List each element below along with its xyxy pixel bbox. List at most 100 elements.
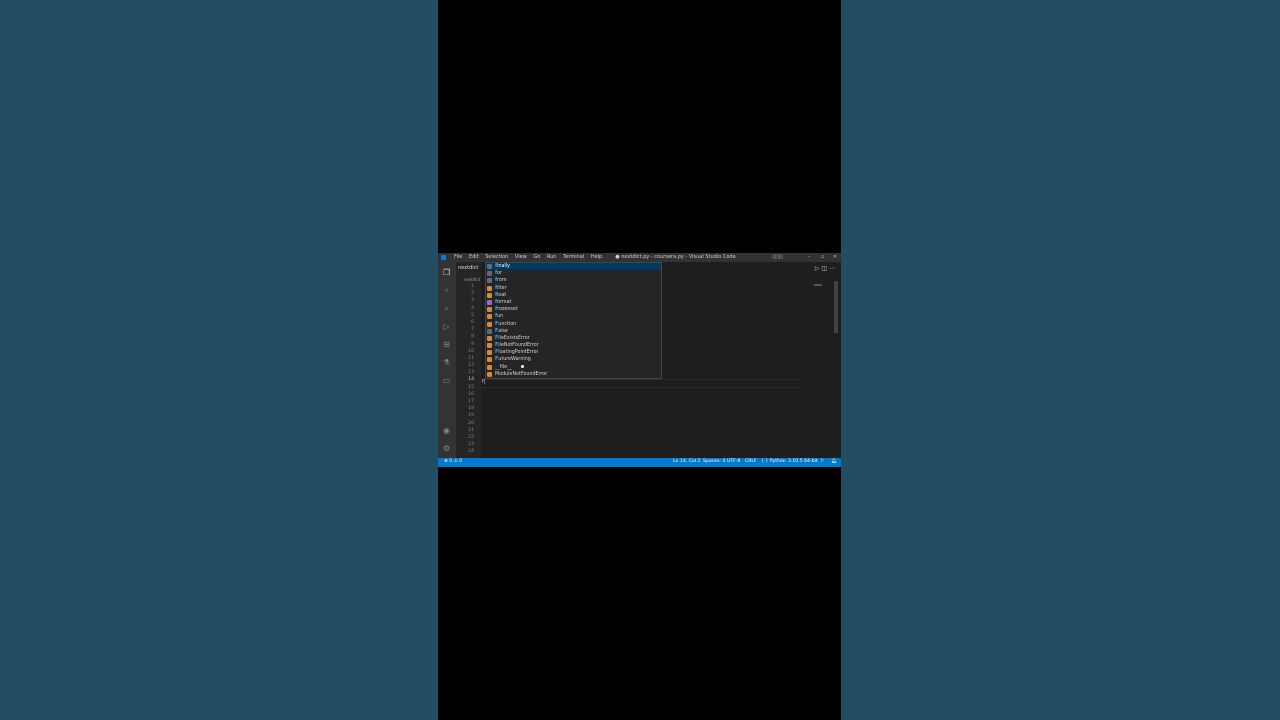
suggestion-label: loatingPointError — [498, 350, 539, 356]
minimap[interactable] — [814, 284, 822, 286]
suggestion-item[interactable]: FloatingPointError — [486, 349, 661, 356]
extensions-icon[interactable]: ⊞ — [442, 340, 451, 349]
keyword-kind-icon — [487, 264, 492, 269]
suggest-widget: finally for from filter float format frozenset… — [485, 262, 662, 379]
line-number: 8 — [471, 334, 474, 340]
settings-gear-icon[interactable]: ⚙ — [442, 444, 451, 453]
menu-selection[interactable]: Selection — [485, 254, 508, 260]
layout-toggle-icon[interactable]: ▯▯▯▯ — [772, 254, 783, 260]
typed-text[interactable]: f| — [482, 379, 485, 385]
menu-run[interactable]: Run — [547, 254, 557, 260]
minimize-icon[interactable]: – — [808, 254, 811, 260]
testing-icon[interactable]: ⚗ — [442, 358, 451, 367]
line-number: 2 — [471, 291, 474, 297]
line-number: 20 — [468, 420, 474, 426]
breadcrumb[interactable]: nextdict — [464, 277, 480, 282]
line-number: 18 — [468, 406, 474, 412]
suggestion-label: ormat — [497, 299, 512, 305]
line-number: 1 — [471, 284, 474, 289]
line-number: 12 — [468, 363, 474, 369]
suggestion-label: ileNotFoundError — [498, 343, 539, 349]
function-kind-icon — [487, 299, 492, 305]
suggestion-item[interactable]: format — [486, 299, 661, 306]
split-editor-icon[interactable]: ◫ — [821, 265, 827, 272]
suggestion-item[interactable]: from — [486, 277, 661, 284]
source-control-icon[interactable]: ⑂ — [442, 286, 451, 295]
suggestion-item[interactable]: Function — [486, 321, 661, 328]
explorer-icon[interactable]: ❐ — [442, 268, 451, 277]
close-icon[interactable]: ✕ — [833, 254, 837, 260]
class-kind-icon — [487, 357, 492, 363]
search-icon[interactable]: ⌕ — [442, 304, 451, 313]
class-kind-icon — [487, 314, 492, 320]
notifications-icon[interactable]: 🔔︎ — [831, 459, 837, 464]
suggestion-item[interactable]: ModuleNotFoundError — [486, 371, 661, 378]
current-line-highlight — [474, 379, 804, 388]
python-interpreter[interactable]: 3.10.5 64-bit — [788, 459, 818, 464]
line-number: 23 — [468, 442, 474, 448]
menu-edit[interactable]: Edit — [469, 254, 479, 260]
menu-view[interactable]: View — [515, 254, 527, 260]
class-kind-icon — [487, 364, 492, 370]
suggestion-label: rozenset — [497, 307, 518, 313]
line-number: 24 — [468, 449, 474, 455]
suggestion-label: utureWarning — [498, 357, 531, 363]
suggestion-item[interactable]: FutureWarning — [486, 356, 661, 363]
class-kind-icon — [487, 285, 492, 291]
menu-terminal[interactable]: Terminal — [563, 254, 584, 260]
keyword-kind-icon — [487, 271, 492, 277]
suggestion-label: loat — [497, 292, 507, 298]
suggestion-item[interactable]: float — [486, 292, 661, 299]
class-kind-icon — [487, 321, 492, 327]
suggestion-item[interactable]: FileNotFoundError — [486, 342, 661, 349]
vscode-window: File Edit Selection View Go Run Terminal… — [438, 253, 841, 467]
line-number: 4 — [471, 305, 474, 311]
suggestion-label: inally — [497, 264, 510, 269]
line-number-gutter: 1 2 3 4 5 6 7 8 9 10 11 12 13 14 15 16 17 18 19 20 21 22 23 24 — [456, 283, 474, 456]
run-debug-icon[interactable]: ▷ — [442, 322, 451, 331]
indentation[interactable]: Spaces: 4 — [703, 459, 725, 464]
suggestion-item[interactable]: FileExistsError — [486, 335, 661, 342]
class-kind-icon — [487, 350, 492, 356]
run-file-icon[interactable]: ▷ — [815, 265, 820, 272]
menu-file[interactable]: File — [454, 254, 462, 260]
menu-go[interactable]: Go — [533, 254, 540, 260]
problems-indicator[interactable]: ⊗ 0 ⚠ 0 — [444, 459, 462, 464]
vertical-scrollbar[interactable] — [834, 281, 838, 333]
language-mode[interactable]: { } Python — [761, 459, 786, 464]
suggestion-label: un — [497, 314, 504, 320]
remote-icon[interactable]: ▭ — [442, 376, 451, 385]
vscode-logo-icon — [441, 255, 446, 260]
suggestion-item[interactable]: fun — [486, 313, 661, 320]
line-number: 11 — [468, 355, 474, 361]
suggestion-item[interactable]: frozenset — [486, 306, 661, 313]
mouse-cursor — [521, 365, 524, 368]
suggestion-label: unction — [498, 321, 517, 327]
suggestion-item[interactable]: __file__ — [486, 364, 661, 371]
suggestion-label: file__ — [499, 364, 512, 370]
encoding[interactable]: UTF-8 — [727, 459, 740, 464]
class-kind-icon — [487, 335, 492, 341]
end-of-line[interactable]: CRLF — [745, 459, 757, 464]
line-number: 7 — [471, 327, 474, 333]
suggestion-item[interactable]: finally — [486, 263, 661, 271]
editor-tab[interactable]: nextdict — [458, 265, 488, 274]
window-title: ● nextdict.py - coursera.py - Visual Stu… — [615, 254, 736, 260]
cursor-position[interactable]: Ln 14, Col 2 — [673, 459, 700, 464]
feedback-icon[interactable]: ⚐ — [820, 459, 824, 464]
line-number: 14 — [468, 377, 474, 383]
account-icon[interactable]: ◉ — [442, 426, 451, 435]
suggestion-item[interactable]: filter — [486, 285, 661, 292]
suggestion-label: or — [497, 271, 503, 277]
class-kind-icon — [487, 343, 492, 349]
class-kind-icon — [487, 371, 492, 377]
status-bar: ⊗ 0 ⚠ 0 Ln 14, Col 2 Spaces: 4 UTF-8 CRL… — [438, 458, 841, 467]
suggestion-label: ilter — [497, 285, 507, 291]
line-number: 13 — [468, 370, 474, 376]
suggestion-item[interactable]: False — [486, 328, 661, 335]
line-number: 21 — [468, 427, 474, 433]
more-actions-icon[interactable]: ⋯ — [829, 265, 835, 272]
suggestion-item[interactable]: for — [486, 270, 661, 277]
menu-bar: File Edit Selection View Go Run Terminal… — [454, 254, 607, 260]
maximize-icon[interactable]: ▫ — [821, 254, 824, 260]
